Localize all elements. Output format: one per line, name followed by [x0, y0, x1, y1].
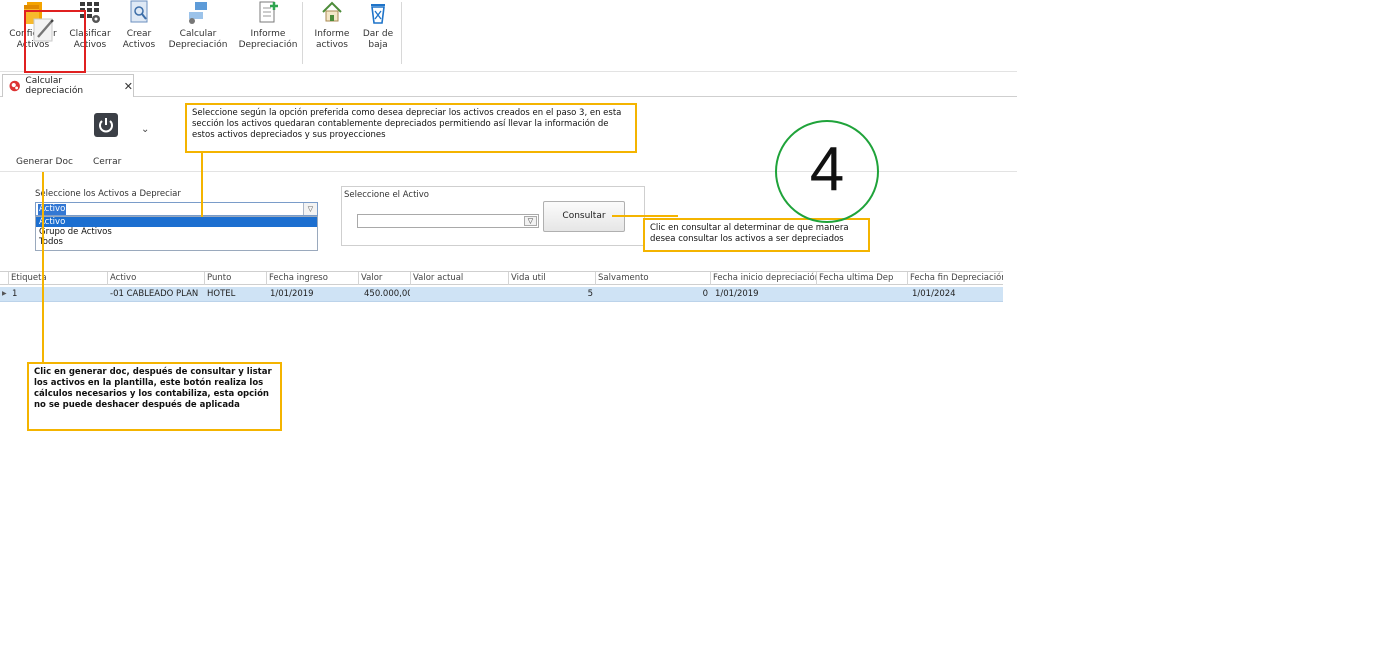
dar-de-baja-button[interactable]: Dar de baja: [359, 0, 397, 51]
callout-consultar: Clic en consultar al determinar de que m…: [643, 218, 870, 252]
chevron-down-icon[interactable]: ▽: [303, 203, 317, 215]
cell-valor-actual[interactable]: [411, 287, 508, 301]
row-indicator-icon: ▶: [2, 290, 7, 297]
column-header[interactable]: Valor actual: [410, 272, 509, 285]
close-icon[interactable]: ✕: [124, 80, 133, 93]
ribbon-separator: [302, 2, 303, 64]
grid-header: Etiqueta Activo Punto Fecha ingreso Valo…: [0, 271, 1003, 285]
chevron-down-icon[interactable]: ▽: [524, 216, 537, 226]
dropdown-option-grupo[interactable]: Grupo de Activos: [36, 227, 317, 237]
callout-connector: [612, 215, 678, 217]
cell-fecha-ingreso[interactable]: 1/01/2019: [268, 287, 358, 301]
column-header[interactable]: Fecha ultima Dep: [816, 272, 908, 285]
informe-activos-button[interactable]: Informe activos: [313, 0, 351, 51]
report-add-icon: [259, 1, 278, 23]
pencil-icon: [33, 18, 54, 42]
home-icon: [322, 1, 342, 22]
cell-vida-util[interactable]: 5: [509, 287, 595, 301]
cell-fecha-ultima[interactable]: [817, 287, 907, 301]
column-header[interactable]: Valor: [358, 272, 411, 285]
cell-activo[interactable]: -01 CABLEADO PLAN: [108, 287, 205, 301]
calcular-depreciacion-button[interactable]: Calcular Depreciación: [166, 0, 230, 51]
column-header[interactable]: Punto: [204, 272, 267, 285]
table-row[interactable]: ▶ 1 -01 CABLEADO PLAN HOTEL 1/01/2019 45…: [0, 287, 1003, 302]
document-tab-strip: Calcular depreciación ✕: [0, 72, 1017, 97]
column-header[interactable]: Fecha ingreso: [266, 272, 359, 285]
step-number-badge: 4: [775, 120, 879, 223]
callout-connector: [42, 172, 44, 362]
callout-depreciation-options: Seleccione según la opción preferida com…: [185, 103, 637, 153]
assets-type-select[interactable]: Activo ▽: [35, 202, 318, 216]
column-header[interactable]: Vida util: [508, 272, 596, 285]
dropdown-option-activo[interactable]: Activo: [36, 217, 317, 227]
cell-etiqueta[interactable]: 1: [10, 287, 106, 301]
ribbon-toolbar: Configurar Activos Clasificar Activos Cr…: [0, 0, 1017, 72]
dropdown-option-todos[interactable]: Todos: [36, 237, 317, 247]
document-search-icon: [130, 0, 148, 23]
column-header[interactable]: Activo: [107, 272, 205, 285]
cell-fecha-fin[interactable]: 1/01/2024: [910, 287, 1002, 301]
cell-fecha-inicio[interactable]: 1/01/2019: [713, 287, 816, 301]
app-icon: [9, 80, 20, 92]
asset-select[interactable]: ▽: [357, 214, 539, 228]
tab-calcular-depreciacion[interactable]: Calcular depreciación ✕: [2, 74, 134, 97]
recycle-bin-icon: [371, 4, 385, 24]
generar-doc-label: Generar Doc: [16, 157, 73, 167]
tab-label: Calcular depreciación: [25, 76, 84, 96]
chevron-down-icon[interactable]: ⌄: [141, 124, 149, 135]
column-header[interactable]: Etiqueta: [8, 272, 108, 285]
column-header[interactable]: Fecha inicio depreciación: [710, 272, 817, 285]
cell-punto[interactable]: HOTEL: [205, 287, 266, 301]
power-icon: [94, 113, 118, 137]
network-gear-icon: [189, 2, 207, 24]
cerrar-label: Cerrar: [93, 157, 122, 167]
callout-generar-doc: Clic en generar doc, después de consulta…: [27, 362, 282, 431]
column-header[interactable]: Fecha fin Depreciación: [907, 272, 1003, 285]
cell-valor[interactable]: 450.000,00: [362, 287, 410, 301]
informe-depreciacion-button[interactable]: Informe Depreciación: [238, 0, 298, 51]
assets-select-label: Seleccione los Activos a Depreciar: [35, 189, 181, 199]
cell-salvamento[interactable]: 0: [596, 287, 710, 301]
column-header[interactable]: Salvamento: [595, 272, 711, 285]
asset-select-label: Seleccione el Activo: [344, 190, 429, 200]
ribbon-separator: [401, 2, 402, 64]
crear-activos-button[interactable]: Crear Activos: [120, 0, 158, 51]
callout-connector: [201, 153, 203, 217]
generar-doc-button[interactable]: [24, 10, 86, 73]
assets-type-dropdown: Activo Grupo de Activos Todos: [35, 216, 318, 251]
